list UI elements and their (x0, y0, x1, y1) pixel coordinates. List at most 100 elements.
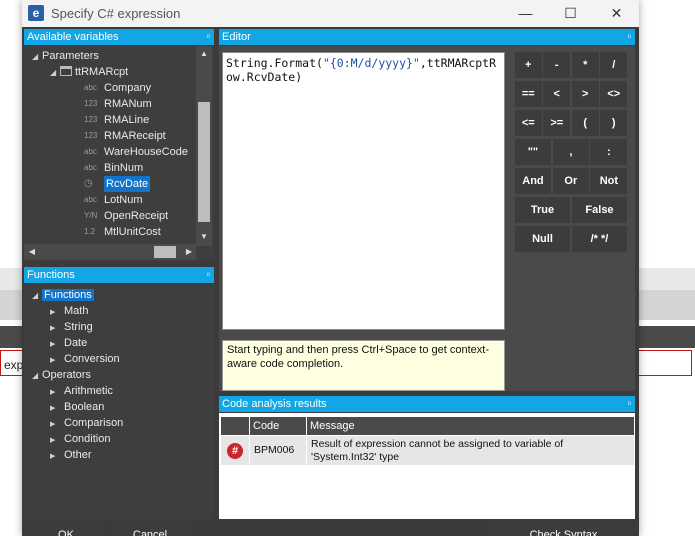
tree-node-parameters[interactable]: ◢ Parameters (32, 48, 99, 64)
dialog-body: Available variables ᵒ ◢ Parameters ◢ ttRMA… (22, 27, 639, 536)
tree-node-math[interactable]: ▶ Math (50, 303, 88, 319)
tree-node-label: Conversion (64, 353, 120, 365)
code-completion-hint: Start typing and then press Ctrl+Space t… (222, 340, 505, 391)
operator-button[interactable]: / (600, 52, 628, 78)
operator-button[interactable]: True (514, 197, 571, 223)
pin-icon[interactable]: ᵒ (207, 267, 210, 283)
operator-button[interactable]: <= (514, 110, 542, 136)
variable-item[interactable]: abc LotNum (84, 192, 199, 208)
operator-button[interactable]: + (514, 52, 542, 78)
pin-icon[interactable]: ᵒ (628, 29, 631, 45)
variable-label: LotNum (104, 194, 143, 206)
type-icon: 123 (84, 131, 98, 140)
column-header-message[interactable]: Message (307, 417, 634, 435)
operator-button[interactable]: > (571, 81, 599, 107)
code-string-literal: "{0:M/d/yyyy}" (322, 56, 420, 70)
tree-node-label: Comparison (64, 417, 124, 429)
operator-button[interactable]: == (514, 81, 542, 107)
operator-button[interactable]: - (543, 52, 571, 78)
tree-node-string[interactable]: ▶ String (50, 319, 93, 335)
tree-node-label: Other (64, 449, 92, 461)
scroll-left-icon[interactable]: ◀ (27, 247, 37, 257)
operator-button[interactable]: Not (590, 168, 628, 194)
background-input-text: exp (4, 358, 24, 372)
maximize-button[interactable]: ☐ (548, 0, 593, 27)
variable-item[interactable]: Y/N OpenReceipt (84, 208, 199, 224)
table-row-message[interactable]: Result of expression cannot be assigned … (307, 436, 634, 465)
operator-button[interactable]: ) (600, 110, 628, 136)
table-row-icon-cell[interactable]: # (221, 436, 249, 465)
tree-node-label: Math (64, 305, 89, 317)
close-button[interactable]: ✕ (594, 0, 639, 27)
operator-button[interactable]: , (552, 139, 590, 165)
type-icon: abc (84, 195, 97, 204)
variable-item[interactable]: ◷ RcvDate (84, 176, 199, 192)
horizontal-scrollbar[interactable]: ◀ ▶ (24, 244, 196, 260)
variable-item[interactable]: abc WareHouseCode (84, 144, 199, 160)
operator-button[interactable]: <> (600, 81, 628, 107)
operator-button[interactable]: "" (514, 139, 552, 165)
expand-arrow-icon[interactable]: ◢ (32, 288, 42, 304)
tree-node-boolean[interactable]: ▶ Boolean (50, 399, 104, 415)
scroll-thumb[interactable] (198, 102, 210, 222)
variable-label: RMANum (104, 98, 152, 110)
type-icon: Y/N (84, 211, 98, 220)
tree-node-condition[interactable]: ▶ Condition (50, 431, 110, 447)
scroll-right-icon[interactable]: ▶ (184, 247, 194, 257)
variables-panel-header: Available variables ᵒ (24, 29, 214, 45)
operator-button[interactable]: ( (571, 110, 599, 136)
tree-node-label: Date (64, 337, 88, 349)
tree-node-comparison[interactable]: ▶ Comparison (50, 415, 123, 431)
tree-node-label: Operators (42, 369, 91, 381)
operator-button[interactable]: < (543, 81, 571, 107)
code-editor[interactable]: String.Format("{0:M/d/yyyy}",ttRMARcptRo… (222, 52, 505, 330)
variable-item[interactable]: 123 RMANum (84, 96, 199, 112)
column-header-code[interactable]: Code (250, 417, 306, 435)
expand-arrow-icon[interactable]: ◢ (50, 65, 60, 81)
tree-node-label: Parameters (42, 50, 99, 62)
tree-node-label: ttRMARcpt (75, 66, 129, 78)
operator-button[interactable]: And (514, 168, 552, 194)
tree-node-label: String (64, 321, 93, 333)
scroll-thumb[interactable] (154, 246, 176, 258)
operator-button[interactable]: Null (514, 226, 571, 252)
variable-item[interactable]: 123 RMAReceipt (84, 128, 199, 144)
variable-item[interactable]: abc BinNum (84, 160, 199, 176)
expand-arrow-icon[interactable]: ◢ (32, 49, 42, 65)
variable-label: WareHouseCode (104, 146, 188, 158)
tree-node-date[interactable]: ▶ Date (50, 335, 87, 351)
type-icon: 123 (84, 115, 98, 124)
type-icon: abc (84, 163, 97, 172)
tree-node-table[interactable]: ◢ ttRMARcpt (50, 64, 128, 80)
variable-item[interactable]: 1.2 MtlUnitCost (84, 224, 199, 240)
tree-node-conversion[interactable]: ▶ Conversion (50, 351, 120, 367)
tree-node-functions[interactable]: ◢ Functions (32, 287, 94, 303)
tree-node-operators[interactable]: ◢ Operators (32, 367, 91, 383)
operator-button[interactable]: : (590, 139, 628, 165)
table-icon (60, 66, 72, 76)
scroll-down-icon[interactable]: ▼ (199, 232, 209, 242)
variable-item[interactable]: 123 RMALine (84, 112, 199, 128)
table-row-code[interactable]: BPM006 (250, 436, 306, 465)
expand-arrow-icon[interactable]: ▶ (50, 449, 64, 465)
expand-arrow-icon[interactable]: ◢ (32, 368, 42, 384)
variables-panel-title: Available variables (27, 31, 119, 43)
variable-item[interactable]: abc Company (84, 80, 199, 96)
operator-button[interactable]: * (571, 52, 599, 78)
ok-button[interactable]: OK (29, 526, 103, 536)
tree-node-other[interactable]: ▶ Other (50, 447, 92, 463)
check-syntax-button[interactable]: Check Syntax (494, 526, 633, 536)
minimize-button[interactable]: — (503, 0, 548, 27)
cancel-button[interactable]: Cancel (113, 526, 187, 536)
tree-node-arithmetic[interactable]: ▶ Arithmetic (50, 383, 113, 399)
tree-node-label: Arithmetic (64, 385, 113, 397)
pin-icon[interactable]: ᵒ (628, 396, 631, 412)
operator-button[interactable]: False (571, 197, 628, 223)
pin-icon[interactable]: ᵒ (207, 29, 210, 45)
scroll-up-icon[interactable]: ▲ (199, 49, 209, 59)
operator-button[interactable]: /* */ (571, 226, 628, 252)
operator-button[interactable]: >= (543, 110, 571, 136)
vertical-scrollbar[interactable]: ▲ ▼ (196, 46, 212, 246)
title-bar: e Specify C# expression — ☐ ✕ (22, 0, 639, 27)
operator-button[interactable]: Or (552, 168, 590, 194)
